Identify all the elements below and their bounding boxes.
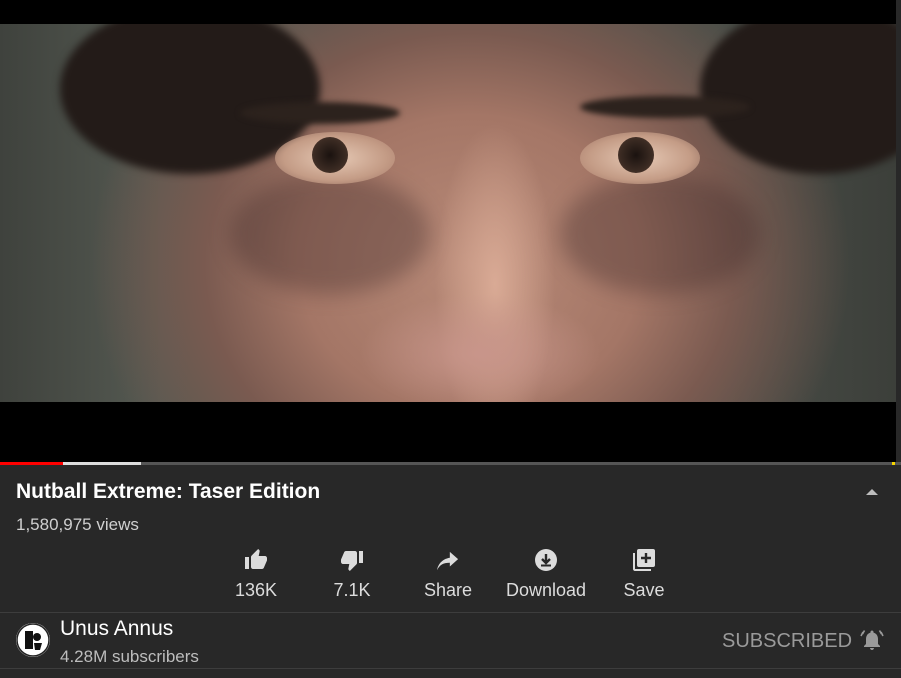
video-title: Nutball Extreme: Taser Edition <box>16 480 321 503</box>
video-shadow-left <box>230 174 430 294</box>
channel-row[interactable]: Unus Annus 4.28M subscribers SUBSCRIBED <box>0 613 901 669</box>
download-button[interactable]: Download <box>496 546 596 602</box>
share-label: Share <box>423 580 473 600</box>
video-brow-right <box>580 96 750 118</box>
action-bar: 136K 7.1K Share Download Save <box>208 546 692 602</box>
share-arrow-icon <box>437 551 459 571</box>
like-count: 136K <box>234 580 278 600</box>
like-button[interactable]: 136K <box>208 546 304 602</box>
thumbs-up-icon <box>245 549 267 569</box>
download-icon <box>535 549 557 571</box>
video-player[interactable] <box>0 0 896 463</box>
save-label: Save <box>623 580 665 600</box>
video-shadow-right <box>560 174 760 294</box>
share-button[interactable]: Share <box>400 546 496 602</box>
caret-up-icon <box>866 489 878 495</box>
notification-bell-icon <box>860 630 884 650</box>
video-frame[interactable] <box>0 24 896 402</box>
subscribed-button[interactable]: SUBSCRIBED <box>722 630 852 653</box>
played-bar <box>0 462 64 465</box>
channel-logo-icon <box>16 623 50 657</box>
video-brow-left <box>240 102 400 124</box>
progress-marker <box>892 462 895 465</box>
dislike-button[interactable]: 7.1K <box>304 546 400 602</box>
divider-bottom <box>0 668 901 669</box>
channel-avatar[interactable] <box>16 623 50 657</box>
view-count: 1,580,975 views <box>16 515 139 534</box>
subscriber-count: 4.28M subscribers <box>60 647 199 666</box>
expand-description-button[interactable] <box>862 484 882 498</box>
channel-name[interactable]: Unus Annus <box>60 617 173 641</box>
notification-bell-button[interactable] <box>860 627 884 653</box>
download-label: Download <box>505 580 587 600</box>
dislike-count: 7.1K <box>333 580 371 600</box>
video-progress-bar[interactable] <box>0 462 901 465</box>
add-to-playlist-icon <box>633 549 655 571</box>
video-iris-left <box>312 137 348 173</box>
save-button[interactable]: Save <box>596 546 692 602</box>
video-iris-right <box>618 137 654 173</box>
buffered-bar <box>63 462 142 465</box>
thumbs-down-icon <box>341 551 363 571</box>
